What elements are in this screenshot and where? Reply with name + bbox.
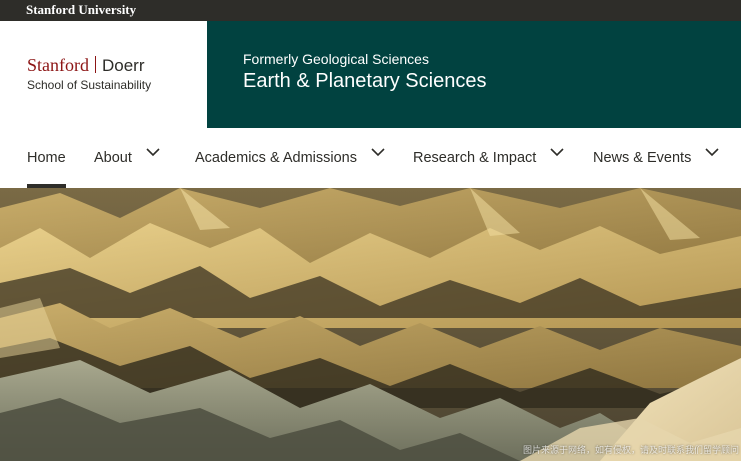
stanford-university-link[interactable]: Stanford University — [26, 1, 136, 19]
nav-item-news-events[interactable]: News & Events — [593, 128, 719, 188]
logo-stanford: Stanford — [27, 55, 89, 75]
nav-item-label: Research & Impact — [413, 150, 537, 166]
nav-item-label: News & Events — [593, 150, 692, 166]
logo-doerr: Doerr — [102, 56, 145, 75]
image-watermark: 图片来源于网络，如有侵权，请及时联系我们留学顾问 — [522, 445, 739, 455]
global-header: Stanford University — [0, 0, 741, 21]
nav-item-home[interactable]: Home — [27, 128, 66, 188]
logo-wordmark: Stanford Doerr — [27, 55, 145, 76]
logo-school-name: School of Sustainability — [27, 78, 152, 92]
chevron-down-icon[interactable] — [371, 147, 385, 157]
chevron-down-icon[interactable] — [550, 147, 564, 157]
chevron-down-icon[interactable] — [146, 147, 160, 157]
main-navigation: Home About Academics & Admissions Resear… — [0, 128, 741, 188]
nav-item-label: Home — [27, 150, 66, 166]
chevron-down-icon[interactable] — [705, 147, 719, 157]
nav-item-label: Academics & Admissions — [195, 150, 357, 166]
nav-item-label: About — [94, 150, 132, 166]
school-logo[interactable]: Stanford Doerr School of Sustainability — [0, 21, 207, 128]
department-banner[interactable]: Formerly Geological Sciences Earth & Pla… — [207, 21, 741, 128]
badlands-landscape-photo — [0, 188, 741, 461]
department-former-name: Formerly Geological Sciences — [243, 51, 429, 67]
nav-item-academics-admissions[interactable]: Academics & Admissions — [195, 128, 385, 188]
nav-item-about[interactable]: About — [94, 128, 160, 188]
hero-image: 图片来源于网络，如有侵权，请及时联系我们留学顾问 — [0, 188, 741, 461]
logo-divider — [95, 56, 96, 73]
department-title: Earth & Planetary Sciences — [243, 70, 487, 92]
nav-item-research-impact[interactable]: Research & Impact — [413, 128, 564, 188]
